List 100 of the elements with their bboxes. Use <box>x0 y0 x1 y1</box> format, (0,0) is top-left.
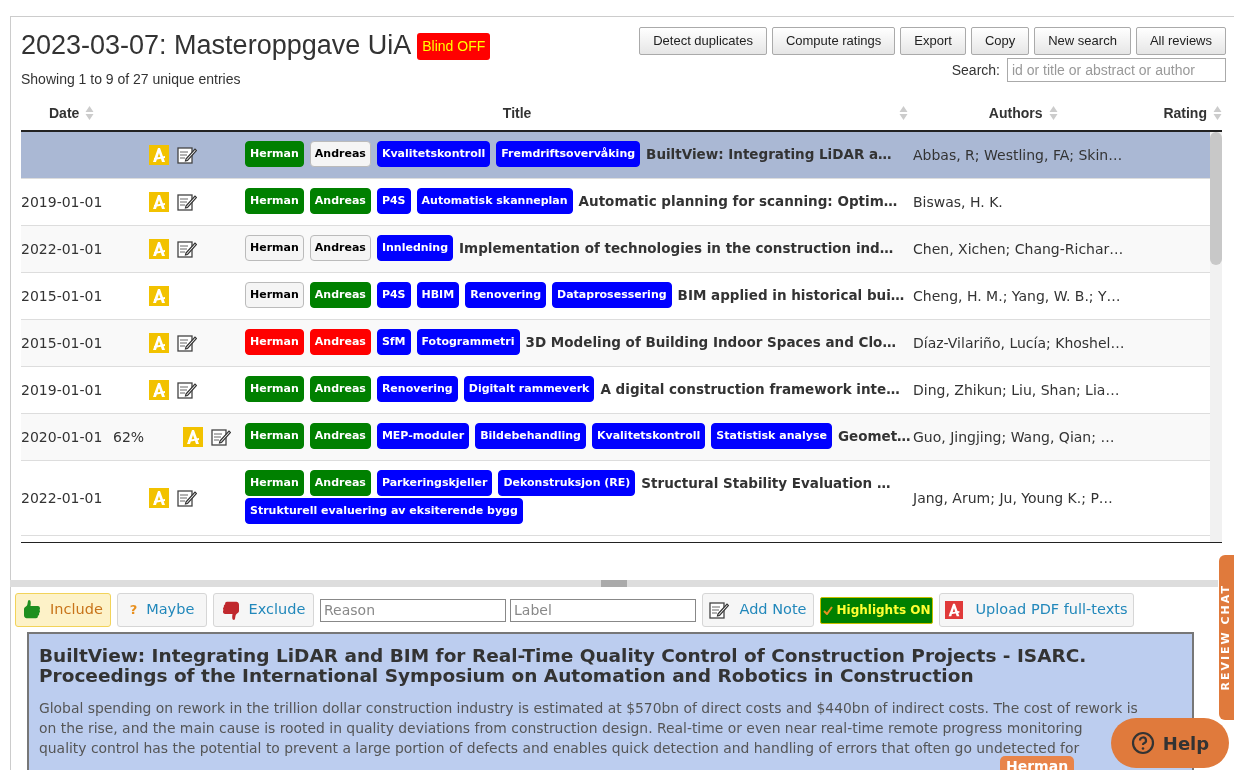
tag[interactable]: Andreas <box>309 470 371 496</box>
label-field[interactable]: Label <box>510 598 696 622</box>
exclude-button[interactable]: Exclude <box>213 593 314 627</box>
column-header[interactable]: Title <box>502 104 532 121</box>
tag[interactable]: P4S <box>376 188 411 214</box>
note-icon[interactable] <box>211 428 231 446</box>
tag[interactable]: SfM <box>376 329 411 355</box>
entry-title[interactable]: BIM applied in historical bui… <box>677 287 905 303</box>
entry-title[interactable]: BuiltView: Integrating LiDAR a… <box>646 146 892 162</box>
tag[interactable]: Innledning <box>376 235 454 261</box>
pdf-icon[interactable] <box>149 145 169 165</box>
tag[interactable]: Dekonstruksjon (RE) <box>498 470 636 496</box>
authors-cell: Jang, Arum; Ju, Young K.; P… <box>913 489 1113 506</box>
tag[interactable]: Herman <box>245 188 304 214</box>
tag[interactable]: Bildebehandling <box>475 423 586 449</box>
tag[interactable]: P4S <box>376 282 411 308</box>
tag[interactable]: Herman <box>245 141 304 167</box>
sort-icon[interactable] <box>899 105 909 121</box>
toolbar-button[interactable]: Export <box>900 27 966 55</box>
tag[interactable]: Herman <box>245 423 304 449</box>
tag[interactable]: Statistisk analyse <box>711 423 832 449</box>
toolbar-button[interactable]: Copy <box>970 27 1030 55</box>
scrollbar[interactable] <box>1210 132 1222 542</box>
tag[interactable]: Renovering <box>465 282 547 308</box>
pdf-icon[interactable] <box>183 427 203 447</box>
authors-cell: Chen, Xichen; Chang-Richar… <box>913 240 1124 257</box>
tag[interactable]: Fotogrammetri <box>416 329 520 355</box>
tag[interactable]: Herman <box>245 470 304 496</box>
sort-icon[interactable] <box>1048 105 1058 121</box>
sort-icon[interactable] <box>1213 105 1222 121</box>
upload-pdf-button[interactable]: Upload PDF full-texts <box>939 593 1134 627</box>
column-header[interactable]: Authors <box>988 102 1043 124</box>
panel-splitter[interactable] <box>10 580 1218 587</box>
table-row[interactable]: 2022-01-01 Herman Andreas Innledning Implementation of technologies in the construction ind… Chen, Xichen; Chang-Richar… <box>21 226 1212 273</box>
tag[interactable]: Andreas <box>309 188 371 214</box>
blind-mode-badge[interactable]: Blind OFF <box>417 33 491 60</box>
tag[interactable]: Herman <box>245 235 304 261</box>
pdf-icon[interactable] <box>149 488 169 508</box>
tag[interactable]: HBIM <box>416 282 460 308</box>
tag[interactable]: Andreas <box>309 376 371 402</box>
help-icon <box>1130 731 1155 755</box>
table-row[interactable]: 2020-01-01 62% Herman Andreas MEP-moduler Bildebehandling Kvalitetskontroll Statistisk analyse Geomet… Guo, Jingjing; Wang, Qian; … <box>21 414 1212 461</box>
tag[interactable]: Kvalitetskontroll <box>376 141 491 167</box>
tag[interactable]: Herman <box>245 282 304 308</box>
tag[interactable]: Parkeringskjeller <box>376 470 493 496</box>
tag[interactable]: Renovering <box>376 376 458 402</box>
toolbar-button[interactable]: Detect duplicates <box>639 27 767 55</box>
tag[interactable]: MEP-moduler <box>376 423 470 449</box>
sort-icon[interactable] <box>85 105 95 121</box>
tag[interactable]: Kvalitetskontroll <box>592 423 706 449</box>
note-icon[interactable] <box>177 381 197 399</box>
note-icon[interactable] <box>177 146 197 164</box>
help-button[interactable]: Help <box>1111 718 1229 768</box>
entry-title[interactable]: Automatic planning for scanning: Optim… <box>578 193 898 209</box>
note-icon[interactable] <box>177 334 197 352</box>
pdf-icon[interactable] <box>149 192 169 212</box>
maybe-button[interactable]: ? Maybe <box>117 593 207 627</box>
date-cell: 2015-01-01 <box>21 287 103 304</box>
entry-title[interactable]: Geomet… <box>837 428 911 444</box>
tag[interactable]: Herman <box>245 376 304 402</box>
tag[interactable]: Strukturell evaluering av eksiterende bygg <box>245 498 523 524</box>
search-field[interactable]: id or title or abstract or author <box>1007 58 1226 82</box>
tag[interactable]: Automatisk skanneplan <box>416 188 573 214</box>
entry-title[interactable]: Implementation of technologies in the construction ind… <box>459 240 894 256</box>
reason-field[interactable]: Reason <box>320 598 506 622</box>
pdf-icon <box>945 600 964 620</box>
pdf-icon[interactable] <box>149 333 169 353</box>
add-note-button[interactable]: Add Note <box>702 593 814 627</box>
column-header[interactable]: Date <box>49 102 80 124</box>
tag[interactable]: Herman <box>245 329 304 355</box>
tag[interactable]: Dataprosessering <box>552 282 672 308</box>
tag[interactable]: Andreas <box>309 141 371 167</box>
pdf-icon[interactable] <box>149 286 169 306</box>
abstract-line: quality control has the potential to prevent a large portion of defects and enables quick detection and handling of errors that often go undetected for <box>39 739 1080 758</box>
column-header[interactable]: Rating <box>1163 102 1207 124</box>
note-icon[interactable] <box>177 240 197 258</box>
score-cell-text: 62% <box>113 427 146 447</box>
highlights-toggle[interactable]: Highlights ON <box>820 596 933 624</box>
pdf-icon[interactable] <box>149 380 169 400</box>
tag[interactable]: Andreas <box>309 282 371 308</box>
entry-title[interactable]: Structural Stability Evaluation … <box>641 475 891 491</box>
note-icon[interactable] <box>177 489 197 507</box>
tag[interactable]: Andreas <box>309 423 371 449</box>
tag[interactable]: Fremdriftsovervåking <box>496 141 641 167</box>
entry-title[interactable]: A digital construction framework inte… <box>600 381 900 397</box>
toolbar-button[interactable]: Compute ratings <box>771 27 896 55</box>
tag[interactable]: Andreas <box>309 235 371 261</box>
abstract-title: BuiltView: Integrating LiDAR and BIM for Real-Time Quality Control of Construction Projects - ISARC. Proceedings of the International Symposium on Automation and Robotics in Construction <box>39 646 1088 686</box>
toolbar-button[interactable]: All reviews <box>1135 27 1226 55</box>
thumbs-up-icon <box>23 599 42 621</box>
tag[interactable]: Andreas <box>309 329 371 355</box>
pdf-icon[interactable] <box>149 239 169 259</box>
authors-cell: Biswas, H. K. <box>913 193 1003 210</box>
table-row[interactable]: 2015-01-01 Herman Andreas SfM Fotogrammetri 3D Modeling of Building Indoor Spaces and Clo… Díaz-Vilariño, Lucía; Khoshel… <box>21 320 1212 367</box>
entry-title[interactable]: 3D Modeling of Building Indoor Spaces and Clo… <box>525 334 896 350</box>
toolbar-button[interactable]: New search <box>1034 27 1131 55</box>
page-title: 2023-03-07: Masteroppgave UiA <box>21 29 412 60</box>
tag[interactable]: Digitalt rammeverk <box>463 376 595 402</box>
note-icon[interactable] <box>177 193 197 211</box>
table-row[interactable]: Herman Andreas Kvalitetskontroll Fremdriftsovervåking BuiltView: Integrating LiDAR a… Abbas, R; Westling, FA; Skin… <box>21 132 1212 179</box>
